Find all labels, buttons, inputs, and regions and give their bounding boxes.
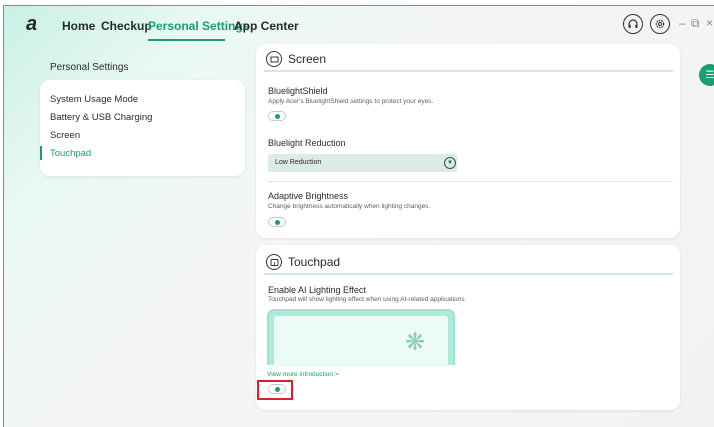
touchpad-icon [266, 254, 282, 270]
touchpad-preview-surface: ❋ [274, 316, 448, 367]
ai-pattern-icon: ❋ [405, 329, 426, 356]
touchpad-card: Touchpad Enable AI Lighting Effect Touch… [256, 245, 680, 410]
toggle-knob [275, 219, 280, 225]
adaptive-brightness-label: Adaptive Brightness [268, 191, 349, 201]
touchpad-preview-image: ❋ [267, 309, 455, 367]
gear-icon-svg [655, 19, 665, 29]
tab-checkup[interactable]: Checkup [101, 19, 152, 33]
touchpad-icon-svg [270, 258, 278, 266]
headset-icon[interactable] [623, 14, 643, 34]
touchpad-section-title: Touchpad [288, 255, 341, 269]
screen-card: Screen BluelightShield Apply Acer's Blue… [256, 44, 680, 238]
screen-section-rule [264, 70, 673, 72]
minimize-button[interactable]: – [679, 16, 686, 30]
active-tab-indicator [148, 39, 225, 41]
tab-app-center[interactable]: App Center [234, 19, 299, 33]
adaptive-brightness-description: Change brightness automatically when lig… [268, 203, 431, 210]
sidebar-item-system-usage-mode[interactable]: System Usage Mode [50, 94, 138, 105]
acer-logo: a [26, 13, 38, 35]
quick-access-icon[interactable]: ☰ [699, 64, 714, 86]
bluelight-reduction-value: Low Reduction [275, 159, 322, 166]
sidebar-menu: System Usage Mode Battery & USB Charging… [40, 80, 245, 176]
tab-home[interactable]: Home [62, 19, 95, 33]
settings-icon[interactable] [650, 14, 670, 34]
bluelight-shield-toggle[interactable] [268, 111, 286, 121]
ai-lighting-label: Enable AI Lighting Effect [268, 285, 366, 295]
app-window: a Home Checkup Personal Settings App Cen… [3, 5, 714, 427]
view-more-introduction-link[interactable]: View more introduction > [267, 371, 339, 378]
sidebar: Personal Settings System Usage Mode Batt… [40, 48, 261, 178]
touchpad-section-rule [264, 273, 673, 275]
bluelight-shield-description: Apply Acer's BluelightShield settings to… [268, 98, 434, 105]
screen-section-title: Screen [288, 52, 327, 66]
bluelight-reduction-label: Bluelight Reduction [268, 138, 346, 148]
sidebar-item-screen[interactable]: Screen [50, 130, 80, 141]
chevron-down-icon: ▼ [444, 157, 456, 169]
sidebar-item-battery-usb-charging[interactable]: Battery & USB Charging [50, 112, 152, 123]
sidebar-title: Personal Settings [50, 62, 129, 73]
screen-icon-svg [270, 56, 278, 62]
screen-icon [266, 51, 282, 67]
sidebar-active-indicator [40, 146, 42, 160]
bluelight-reduction-select[interactable]: Low Reduction ▼ [268, 154, 457, 172]
restore-button[interactable]: ⧉ [691, 16, 700, 30]
ai-lighting-description: Touchpad will show lighting effect when … [268, 296, 467, 303]
section-divider [268, 181, 673, 182]
close-button[interactable]: × [706, 16, 713, 30]
toggle-knob [275, 113, 280, 119]
bluelight-shield-label: BluelightShield [268, 86, 328, 96]
adaptive-brightness-toggle[interactable] [268, 217, 286, 227]
top-bar: a Home Checkup Personal Settings App Cen… [4, 6, 714, 42]
headset-icon-svg [628, 19, 638, 28]
highlight-box [257, 380, 293, 400]
sidebar-item-touchpad[interactable]: Touchpad [50, 148, 91, 159]
